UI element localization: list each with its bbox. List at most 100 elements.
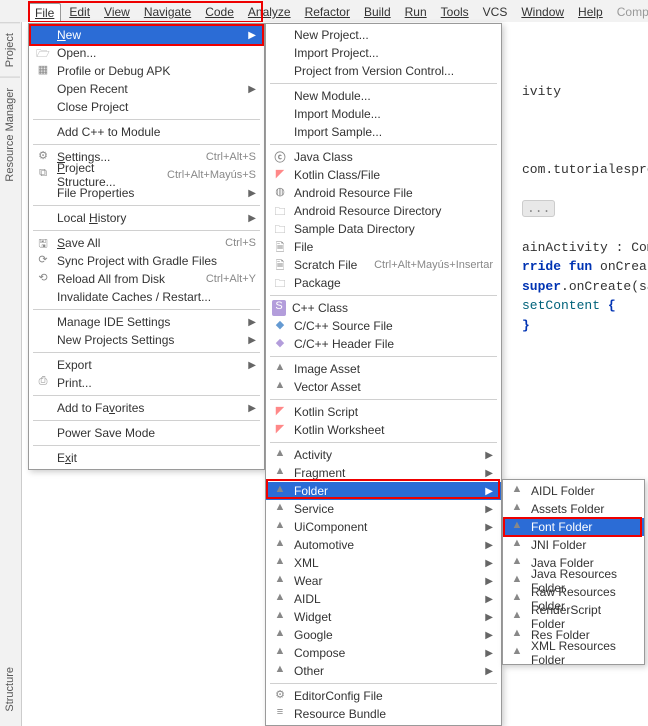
menu-item-label: Add to Favorites (57, 401, 238, 415)
new-menu-item-image-asset[interactable]: ▲Image Asset (266, 360, 501, 378)
menu-item-label: C++ Class (292, 301, 493, 315)
android-icon: ▲ (509, 537, 525, 553)
fold-icon[interactable]: ... (522, 200, 555, 217)
menu-item-label: Wear (294, 574, 475, 588)
file-menu-item-exit[interactable]: Exit (29, 449, 264, 467)
cpp-icon: ◆ (272, 318, 288, 334)
file-menu-item-invalidate-caches-restart[interactable]: Invalidate Caches / Restart... (29, 288, 264, 306)
file-menu-item-reload-all-from-disk[interactable]: ⟲Reload All from DiskCtrl+Alt+Y (29, 270, 264, 288)
android-icon: ▲ (272, 555, 288, 571)
submenu-arrow-icon: ▶ (248, 84, 256, 95)
submenu-arrow-icon: ▶ (485, 648, 493, 659)
new-menu-item-folder[interactable]: ▲Folder▶ (266, 482, 501, 500)
new-menu-item-fragment[interactable]: ▲Fragment▶ (266, 464, 501, 482)
separator (33, 309, 260, 310)
file-menu-item-sync-project-with-gradle-files[interactable]: ⟳Sync Project with Gradle Files (29, 252, 264, 270)
new-menu-item-java-class[interactable]: ⓒJava Class (266, 148, 501, 166)
new-menu-item-scratch-file[interactable]: 🗎Scratch FileCtrl+Alt+Mayús+Insertar (266, 256, 501, 274)
menu-item-label: Other (294, 664, 475, 678)
rail-structure[interactable]: Structure (0, 657, 20, 722)
file-menu-item-save-all[interactable]: 🖫Save AllCtrl+S (29, 234, 264, 252)
file-menu-item-print[interactable]: ⎙Print... (29, 374, 264, 392)
file-menu-item-add-c-to-module[interactable]: Add C++ to Module (29, 123, 264, 141)
rail-project[interactable]: Project (0, 22, 20, 77)
new-menu-item-uicomponent[interactable]: ▲UiComponent▶ (266, 518, 501, 536)
new-menu-item-import-module[interactable]: Import Module... (266, 105, 501, 123)
blank-icon (35, 27, 51, 43)
file-menu-item-export[interactable]: Export▶ (29, 356, 264, 374)
new-menu-item-c-class[interactable]: SC++ Class (266, 299, 501, 317)
new-menu-item-wear[interactable]: ▲Wear▶ (266, 572, 501, 590)
file-menu-item-file-properties[interactable]: File Properties▶ (29, 184, 264, 202)
menu-item-label: New Project... (294, 28, 493, 42)
menu-item-label: AIDL (294, 592, 475, 606)
menu-item-label: Kotlin Class/File (294, 168, 493, 182)
menu-item-label: Local History (57, 211, 238, 225)
new-menu-item-vector-asset[interactable]: ▲Vector Asset (266, 378, 501, 396)
new-menu-item-file[interactable]: 🗎File (266, 238, 501, 256)
folder-menu-item-jni-folder[interactable]: ▲JNI Folder (503, 536, 644, 554)
new-menu-item-automotive[interactable]: ▲Automotive▶ (266, 536, 501, 554)
blank-icon (35, 99, 51, 115)
rail-resource-manager[interactable]: Resource Manager (0, 77, 20, 192)
new-menu-item-sample-data-directory[interactable]: 🗀Sample Data Directory (266, 220, 501, 238)
menu-item-label: Power Save Mode (57, 426, 256, 440)
menu-item-label: Compose (294, 646, 475, 660)
new-menu-item-c-c-header-file[interactable]: ◆C/C++ Header File (266, 335, 501, 353)
kotlin-icon: ◤ (272, 422, 288, 438)
new-menu-item-package[interactable]: 🗀Package (266, 274, 501, 292)
new-menu-item-aidl[interactable]: ▲AIDL▶ (266, 590, 501, 608)
submenu-arrow-icon: ▶ (485, 540, 493, 551)
new-menu-item-kotlin-script[interactable]: ◤Kotlin Script (266, 403, 501, 421)
file-menu-item-close-project[interactable]: Close Project (29, 98, 264, 116)
new-menu-item-new-project[interactable]: New Project... (266, 26, 501, 44)
folder-menu-item-aidl-folder[interactable]: ▲AIDL Folder (503, 482, 644, 500)
new-menu-item-service[interactable]: ▲Service▶ (266, 500, 501, 518)
file-menu-item-project-structure[interactable]: ⧉Project Structure...Ctrl+Alt+Mayús+S (29, 166, 264, 184)
folder-menu-item-xml-resources-folder[interactable]: ▲XML Resources Folder (503, 644, 644, 662)
new-menu-item-import-sample[interactable]: Import Sample... (266, 123, 501, 141)
new-menu-item-google[interactable]: ▲Google▶ (266, 626, 501, 644)
file-menu-item-power-save-mode[interactable]: Power Save Mode (29, 424, 264, 442)
menu-item-label: Import Module... (294, 107, 493, 121)
android-icon: ▲ (272, 591, 288, 607)
new-menu-item-kotlin-worksheet[interactable]: ◤Kotlin Worksheet (266, 421, 501, 439)
new-menu-item-c-c-source-file[interactable]: ◆C/C++ Source File (266, 317, 501, 335)
shortcut-label: Ctrl+Alt+Mayús+S (167, 169, 256, 181)
file-menu-item-profile-or-debug-apk[interactable]: ▦Profile or Debug APK (29, 62, 264, 80)
shortcut-label: Ctrl+Alt+Y (206, 273, 256, 285)
folder-menu-item-assets-folder[interactable]: ▲Assets Folder (503, 500, 644, 518)
file-menu-item-local-history[interactable]: Local History▶ (29, 209, 264, 227)
new-menu-item-widget[interactable]: ▲Widget▶ (266, 608, 501, 626)
file-menu-item-open[interactable]: 🗁Open... (29, 44, 264, 62)
file-menu-item-new[interactable]: New▶ (29, 26, 264, 44)
new-menu-item-compose[interactable]: ▲Compose▶ (266, 644, 501, 662)
blank-icon (272, 63, 288, 79)
new-menu-item-editorconfig-file[interactable]: ⚙EditorConfig File (266, 687, 501, 705)
new-menu-item-xml[interactable]: ▲XML▶ (266, 554, 501, 572)
new-menu-item-resource-bundle[interactable]: ≡Resource Bundle (266, 705, 501, 723)
submenu-arrow-icon: ▶ (485, 558, 493, 569)
new-menu-item-kotlin-class-file[interactable]: ◤Kotlin Class/File (266, 166, 501, 184)
file-menu-item-new-projects-settings[interactable]: New Projects Settings▶ (29, 331, 264, 349)
new-menu-item-android-resource-file[interactable]: ◍Android Resource File (266, 184, 501, 202)
new-menu-item-import-project[interactable]: Import Project... (266, 44, 501, 62)
new-menu-item-other[interactable]: ▲Other▶ (266, 662, 501, 680)
menu-item-label: Manage IDE Settings (57, 315, 238, 329)
file-menu-item-manage-ide-settings[interactable]: Manage IDE Settings▶ (29, 313, 264, 331)
menu-item-label: XML Resources Folder (531, 639, 636, 667)
shortcut-label: Ctrl+Alt+Mayús+Insertar (374, 259, 493, 271)
new-menu-item-activity[interactable]: ▲Activity▶ (266, 446, 501, 464)
file-menu-item-open-recent[interactable]: Open Recent▶ (29, 80, 264, 98)
folder-menu-item-font-folder[interactable]: ▲Font Folder (503, 518, 644, 536)
menu-item-label: Resource Bundle (294, 707, 493, 721)
submenu-arrow-icon: ▶ (248, 360, 256, 371)
new-menu-item-project-from-version-control[interactable]: Project from Version Control... (266, 62, 501, 80)
submenu-arrow-icon: ▶ (248, 335, 256, 346)
class-icon: ⓒ (272, 149, 288, 165)
submenu-arrow-icon: ▶ (485, 612, 493, 623)
new-menu-item-android-resource-directory[interactable]: 🗀Android Resource Directory (266, 202, 501, 220)
file-menu-item-add-to-favorites[interactable]: Add to Favorites▶ (29, 399, 264, 417)
new-menu-item-new-module[interactable]: New Module... (266, 87, 501, 105)
folder-menu-item-renderscript-folder[interactable]: ▲RenderScript Folder (503, 608, 644, 626)
